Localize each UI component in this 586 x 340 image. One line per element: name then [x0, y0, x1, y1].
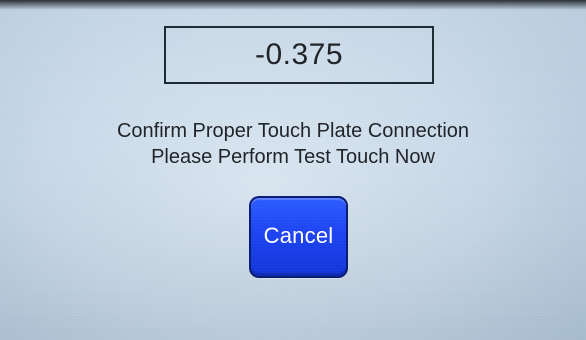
screen-bezel: [0, 0, 586, 10]
instruction-message: Confirm Proper Touch Plate Connection Pl…: [40, 118, 546, 170]
value-display: -0.375: [164, 26, 434, 84]
cancel-button[interactable]: Cancel: [249, 196, 348, 278]
instruction-line-2: Please Perform Test Touch Now: [151, 146, 435, 168]
value-readout: -0.375: [254, 38, 344, 71]
instruction-line-1: Confirm Proper Touch Plate Connection: [116, 120, 470, 142]
touchscreen: -0.375 Confirm Proper Touch Plate Connec…: [0, 0, 586, 340]
cancel-button-label: Cancel: [263, 223, 334, 248]
